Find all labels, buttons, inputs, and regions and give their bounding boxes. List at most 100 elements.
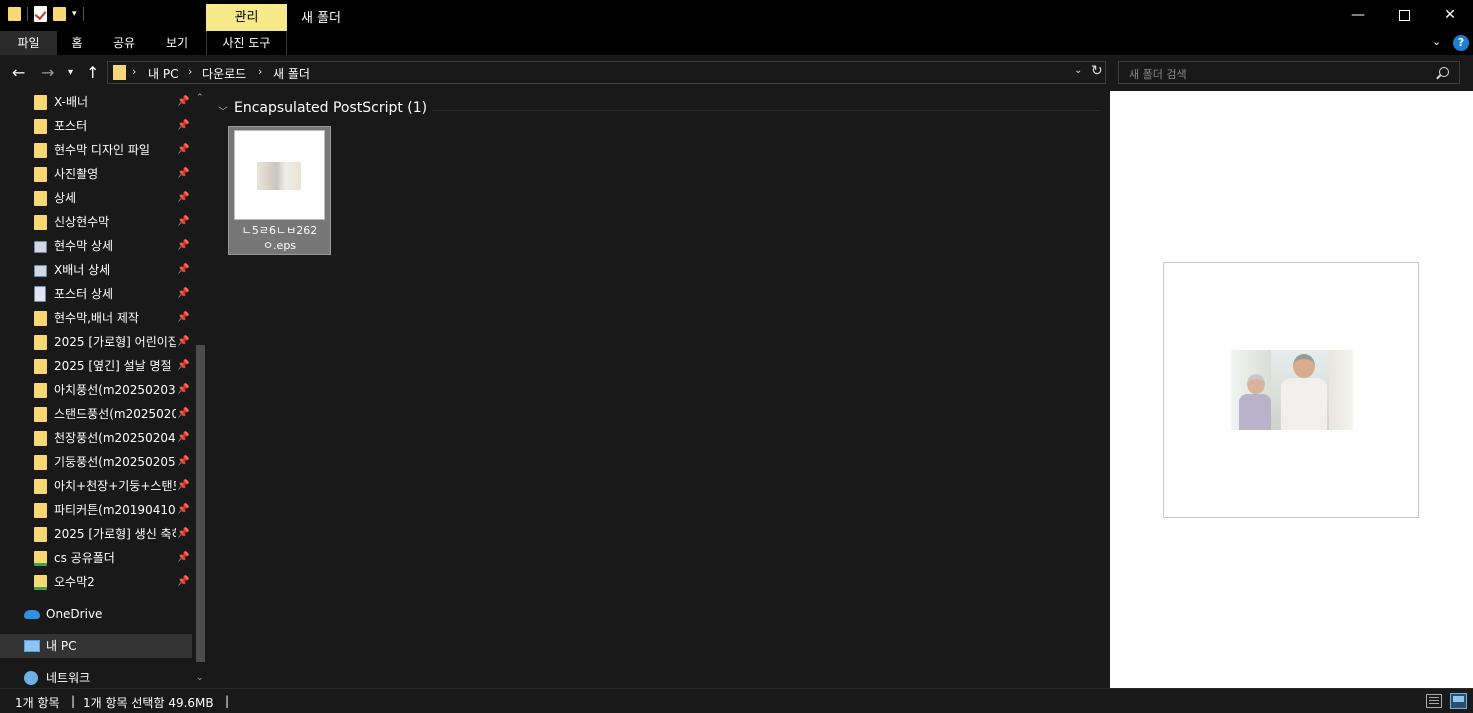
nav-item-label: 기둥풍선(m20250205b	[54, 455, 176, 469]
scrollbar-thumb[interactable]	[196, 345, 205, 662]
pin-icon: 📌	[177, 288, 190, 299]
scroll-down-icon[interactable]: ⌄	[196, 673, 204, 683]
folder-icon	[113, 65, 126, 80]
navigation-bar: ← → ▾ ↑ › 내 PC › 다운로드 › 새 폴더 ⌄ ↻ 새 폴더 검색	[0, 55, 1473, 91]
pin-icon: 📌	[177, 504, 190, 515]
pin-icon: 📌	[177, 552, 190, 563]
pin-icon: 📌	[177, 216, 190, 227]
maximize-button[interactable]	[1381, 0, 1427, 31]
collapse-group-chevron-icon[interactable]: ﹀	[218, 103, 228, 118]
up-button[interactable]: ↑	[86, 63, 99, 82]
file-tile[interactable]: ㄴ5ㄹ6ㄴㅂ262 ㅇ.eps	[228, 126, 331, 255]
help-icon[interactable]: ?	[1453, 35, 1469, 51]
tab-home[interactable]: 홈	[60, 31, 94, 55]
nav-item-this-pc[interactable]: 내 PC	[0, 634, 192, 658]
nav-item-quick-access[interactable]: cs 공유폴더 📌	[0, 546, 192, 570]
back-button[interactable]: ←	[12, 63, 25, 82]
folder-icon	[34, 455, 47, 470]
breadcrumb-chevron-icon[interactable]: ›	[132, 65, 136, 78]
status-divider: |	[71, 694, 76, 708]
nav-item-label: 스탠드풍선(m20250203	[54, 407, 176, 421]
breadcrumb-this-pc[interactable]: 내 PC	[148, 65, 178, 82]
status-bar: 1개 항목 | 1개 항목 선택함 49.6MB |	[0, 688, 1473, 713]
nav-item-quick-access[interactable]: 파티커튼(m20190410c 📌	[0, 498, 192, 522]
nav-item-quick-access[interactable]: 2025 [가로형] 생신 축하 📌	[0, 522, 192, 546]
nav-item-quick-access[interactable]: 2025 [옆긴] 설날 명절 📌	[0, 354, 192, 378]
properties-icon[interactable]	[34, 6, 47, 22]
nav-item-quick-access[interactable]: 포스터 📌	[0, 114, 192, 138]
address-bar[interactable]: › 내 PC › 다운로드 › 새 폴더 ⌄ ↻	[107, 61, 1106, 84]
nav-item-label: X-배너	[54, 95, 89, 109]
search-icon[interactable]	[1439, 67, 1449, 77]
folder-icon	[34, 407, 47, 422]
forward-button[interactable]: →	[41, 63, 54, 82]
recent-locations-chevron-icon[interactable]: ▾	[68, 67, 73, 78]
close-button[interactable]: ✕	[1427, 0, 1473, 31]
nav-item-label: 천장풍선(m20250204b	[54, 431, 176, 445]
nav-item-label: 2025 [가로형] 생신 축하	[54, 527, 176, 541]
nav-item-quick-access[interactable]: 아치풍선(m20250203e 📌	[0, 378, 192, 402]
nav-item-quick-access[interactable]: X배너 상세 📌	[0, 258, 192, 282]
nav-item-quick-access[interactable]: 기둥풍선(m20250205b 📌	[0, 450, 192, 474]
image-icon	[34, 241, 47, 253]
pin-icon: 📌	[177, 120, 190, 131]
item-count: 1개 항목	[15, 696, 60, 710]
breadcrumb-chevron-icon[interactable]: ›	[258, 65, 262, 78]
manage-contextual-tab[interactable]: 관리	[206, 4, 287, 31]
tab-picture-tools[interactable]: 사진 도구	[206, 31, 287, 55]
customize-toolbar-chevron-icon[interactable]: ▾	[72, 9, 77, 19]
nav-item-quick-access[interactable]: 오수막2 📌	[0, 570, 192, 594]
shared-folder-icon	[34, 575, 47, 590]
large-icons-view-icon[interactable]	[1450, 693, 1467, 709]
nav-item-label: 2025 [가로형] 어린이집	[54, 335, 176, 349]
breadcrumb-new-folder[interactable]: 새 폴더	[273, 65, 310, 82]
breadcrumb-chevron-icon[interactable]: ›	[188, 65, 192, 78]
tab-view[interactable]: 보기	[156, 31, 198, 55]
minimize-button[interactable]: —	[1335, 0, 1381, 31]
onedrive-icon	[24, 610, 40, 619]
scroll-up-icon[interactable]: ⌃	[196, 93, 204, 103]
nav-item-quick-access[interactable]: 현수막 디자인 파일 📌	[0, 138, 192, 162]
pin-icon: 📌	[177, 264, 190, 275]
nav-item-quick-access[interactable]: 스탠드풍선(m20250203 📌	[0, 402, 192, 426]
nav-item-quick-access[interactable]: 아치+천장+기둥+스탠드 📌	[0, 474, 192, 498]
pin-icon: 📌	[177, 144, 190, 155]
nav-item-quick-access[interactable]: 신상현수막 📌	[0, 210, 192, 234]
nav-item-label: 아치풍선(m20250203e	[54, 383, 176, 397]
nav-item-label: 상세	[54, 191, 77, 205]
nav-item-label: 현수막,배너 제작	[54, 311, 139, 325]
nav-item-quick-access[interactable]: 사진촬영 📌	[0, 162, 192, 186]
nav-item-quick-access[interactable]: 천장풍선(m20250204b 📌	[0, 426, 192, 450]
refresh-icon[interactable]: ↻	[1091, 63, 1103, 79]
breadcrumb-downloads[interactable]: 다운로드	[202, 65, 246, 82]
shared-folder-icon	[34, 551, 47, 566]
toolbar-divider	[27, 7, 28, 21]
expand-ribbon-chevron-icon[interactable]: ⌄	[1432, 35, 1441, 48]
details-view-icon[interactable]	[1426, 694, 1442, 708]
nav-item-onedrive[interactable]: OneDrive	[0, 602, 192, 626]
nav-item-quick-access[interactable]: 현수막,배너 제작 📌	[0, 306, 192, 330]
address-history-chevron-icon[interactable]: ⌄	[1074, 65, 1082, 76]
folder-icon	[34, 119, 47, 134]
folder-icon	[34, 359, 47, 374]
nav-item-network[interactable]: 네트워크	[0, 666, 192, 688]
tab-file[interactable]: 파일	[0, 31, 57, 55]
nav-item-label: 내 PC	[46, 639, 77, 653]
nav-item-quick-access[interactable]: 포스터 상세 📌	[0, 282, 192, 306]
nav-item-quick-access[interactable]: X-배너 📌	[0, 91, 192, 114]
nav-item-label: 현수막 디자인 파일	[54, 143, 150, 157]
preview-image	[1231, 350, 1353, 430]
group-header[interactable]: Encapsulated PostScript (1)	[234, 100, 427, 116]
nav-item-label: 현수막 상세	[54, 239, 114, 253]
nav-item-quick-access[interactable]: 상세 📌	[0, 186, 192, 210]
nav-item-quick-access[interactable]: 2025 [가로형] 어린이집 📌	[0, 330, 192, 354]
folder-icon	[34, 143, 47, 158]
new-folder-icon[interactable]	[53, 7, 66, 21]
search-input[interactable]: 새 폴더 검색	[1118, 61, 1460, 84]
folder-icon	[34, 479, 47, 494]
ribbon-tabs: 파일 홈 공유 보기 사진 도구 ⌄ ?	[0, 31, 1473, 55]
tab-share[interactable]: 공유	[104, 31, 144, 55]
folder-icon	[34, 503, 47, 518]
nav-item-quick-access[interactable]: 현수막 상세 📌	[0, 234, 192, 258]
navigation-scrollbar[interactable]: ⌃ ⌄	[192, 91, 209, 688]
